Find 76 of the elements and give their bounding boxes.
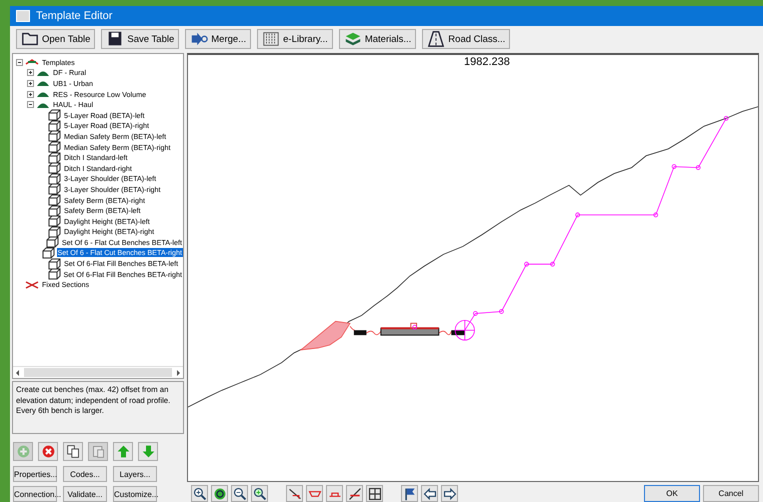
- zoom-in-button[interactable]: [191, 485, 208, 502]
- box-icon: [47, 194, 61, 206]
- arrow-left-icon: [422, 486, 436, 500]
- horizontal-scrollbar[interactable]: [13, 366, 183, 378]
- window-title: Template Editor: [36, 10, 112, 22]
- collapse-toggle[interactable]: [27, 101, 34, 108]
- up-icon: [116, 444, 130, 459]
- toolbar-button[interactable]: e-Library...: [257, 29, 333, 49]
- expand-toggle[interactable]: [27, 69, 34, 76]
- action-button[interactable]: Layers...: [113, 466, 157, 482]
- box-icon: [47, 204, 61, 217]
- zoom-out-button[interactable]: [231, 485, 248, 502]
- box-icon: [44, 236, 59, 248]
- grid-icon-button[interactable]: [366, 485, 383, 502]
- action-button[interactable]: Codes...: [63, 466, 107, 482]
- box-icon: [47, 226, 61, 238]
- box-icon: [47, 109, 61, 122]
- dialog-button[interactable]: OK: [644, 485, 700, 502]
- copy-icon: [66, 444, 80, 459]
- box-icon: [40, 246, 54, 259]
- box-icon: [47, 215, 61, 228]
- toolbar-button[interactable]: Road Class...: [422, 29, 510, 49]
- cross-icon: [25, 278, 39, 291]
- scroll-left-arrow-icon[interactable]: [16, 370, 19, 376]
- box-icon: [47, 130, 61, 142]
- paste-icon: [90, 444, 106, 459]
- toolbar-button[interactable]: Open Table: [16, 29, 96, 49]
- slope-up-button[interactable]: [346, 485, 363, 502]
- action-button[interactable]: Customize...: [113, 486, 157, 502]
- slope-down-button[interactable]: [286, 485, 303, 502]
- arrow-right-icon: [442, 486, 456, 500]
- down-icon: [140, 444, 156, 459]
- box-icon: [47, 152, 61, 164]
- box-icon: [47, 141, 61, 154]
- collapse-toggle[interactable]: [16, 58, 23, 66]
- window-icon: [16, 10, 30, 22]
- action-button[interactable]: Validate...: [63, 486, 107, 502]
- box-icon: [47, 120, 61, 132]
- refresh-button[interactable]: [211, 485, 228, 502]
- ditch-button[interactable]: [306, 485, 323, 502]
- copy-button[interactable]: [63, 442, 83, 461]
- layers-icon: [344, 30, 362, 48]
- box-icon: [47, 162, 61, 174]
- slope-up-icon: [348, 486, 362, 500]
- box-icon: [47, 183, 61, 196]
- toolbar-button[interactable]: Save Table: [101, 29, 180, 49]
- add-icon: [16, 444, 30, 459]
- folder-icon: [21, 30, 39, 48]
- delete-button[interactable]: [38, 442, 58, 461]
- delete-icon: [40, 444, 56, 459]
- arrow-right-button[interactable]: [441, 485, 458, 502]
- dialog-button[interactable]: Cancel: [703, 485, 759, 502]
- box-icon: [46, 268, 60, 280]
- expand-toggle[interactable]: [27, 80, 34, 87]
- toolbar-button[interactable]: Merge...: [185, 29, 252, 49]
- merge-icon: [190, 30, 208, 48]
- flag-icon: [402, 486, 416, 500]
- zoom-out-icon: [232, 486, 246, 500]
- zoom-in-icon: [192, 486, 206, 500]
- deck-button[interactable]: [326, 485, 343, 502]
- arrow-left-button[interactable]: [421, 485, 438, 502]
- toolbar-button[interactable]: Materials...: [338, 29, 416, 49]
- grid-icon: [368, 486, 382, 500]
- expand-toggle[interactable]: [27, 90, 34, 98]
- box-icon: [47, 258, 61, 270]
- library-icon: [262, 30, 280, 48]
- station-label: 1982.238: [463, 55, 511, 70]
- action-button[interactable]: Properties...: [13, 466, 57, 482]
- refresh-icon: [212, 486, 226, 500]
- scroll-right-arrow-icon[interactable]: [177, 370, 180, 376]
- zoom-window-button[interactable]: [251, 485, 268, 502]
- slope-down-icon: [288, 486, 302, 500]
- road-icon: [427, 30, 446, 48]
- flag-button[interactable]: [401, 485, 418, 502]
- box-icon: [47, 172, 61, 185]
- zoom-window-icon: [252, 486, 266, 500]
